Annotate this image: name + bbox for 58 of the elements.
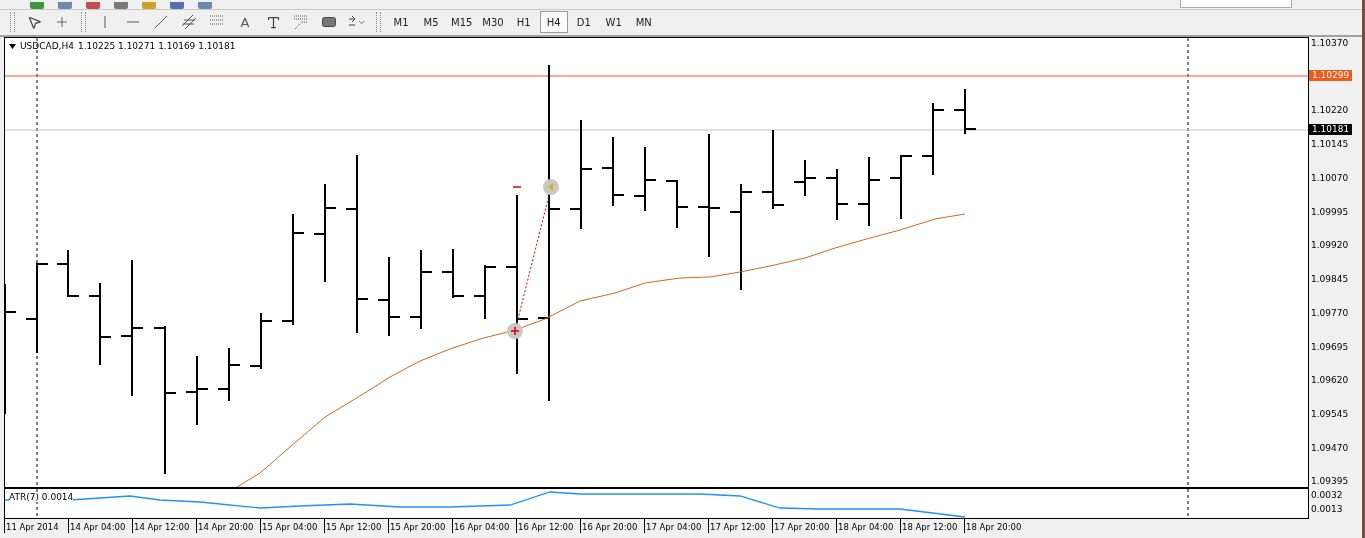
time-axis-label: 15 Apr 04:00 [260,519,324,534]
toolbar-icon[interactable] [142,1,156,9]
indicator-tick-label: 0.0013 [1311,504,1343,516]
price-tick-label: 1.09920 [1311,240,1349,252]
price-marker-label: 1.10181 [1309,124,1353,136]
time-axis-label: 16 Apr 12:00 [516,519,580,534]
price-tick-label: 1.09470 [1311,443,1349,455]
price-tick-label: 1.09620 [1311,375,1349,387]
symbol-label: USDCAD,H4 [20,41,74,52]
timeframe-button[interactable]: M1 [387,11,415,34]
time-axis-label: 17 Apr 12:00 [708,519,772,534]
dropdown-icon[interactable] [9,43,16,49]
search-field[interactable] [1180,0,1292,8]
time-axis-label: 18 Apr 12:00 [900,519,964,534]
text-tool-button[interactable]: A [232,11,258,34]
toolbar-icon[interactable] [86,1,100,9]
quote-values: 1.10225 1.10271 1.10169 1.10181 [77,41,236,52]
time-axis-label: 14 Apr 04:00 [68,519,132,534]
price-tick-label: 1.09395 [1311,476,1349,488]
toolbar-icon[interactable] [170,1,184,9]
timeframe-button[interactable]: D1 [569,11,598,34]
price-tick-label: 1.10220 [1311,105,1349,117]
timeframe-button[interactable]: MN [629,11,658,34]
time-axis-label: 17 Apr 04:00 [644,519,708,534]
time-axis-label: 15 Apr 12:00 [324,519,388,534]
toolbar-icon[interactable] [30,1,44,9]
indicator-label: ATR(7) 0.0014 [9,492,74,503]
timeframe-button[interactable]: H4 [539,11,568,34]
price-tick-label: 1.10370 [1311,38,1349,50]
price-tick-label: 1.09545 [1311,409,1349,421]
price-tick-label: 1.09695 [1311,342,1349,354]
time-axis-label: 14 Apr 12:00 [132,519,196,534]
timeframe-button[interactable]: M5 [417,11,445,34]
time-axis-label: 16 Apr 04:00 [452,519,516,534]
time-axis-label: 16 Apr 20:00 [580,519,644,534]
time-axis-label: 17 Apr 20:00 [772,519,836,534]
timeframe-button[interactable]: W1 [599,11,628,34]
toolbar-icon[interactable] [198,1,212,9]
stop-marker-line [512,186,522,188]
time-axis-label: 18 Apr 04:00 [836,519,900,534]
indicator-tick-label: 0.0032 [1311,490,1343,502]
price-marker-label: 1.10299 [1309,70,1353,82]
trade-exit-icon [543,179,559,196]
price-tick-label: 1.10070 [1311,173,1349,185]
trade-entry-icon [507,323,523,340]
time-axis-label: 18 Apr 20:00 [964,519,1028,534]
toolbar-icon[interactable] [58,1,72,9]
timeframe-button[interactable]: M15 [447,11,477,34]
price-tick-label: 1.09995 [1311,207,1349,219]
timeframe-button[interactable]: M30 [478,11,508,34]
price-tick-label: 1.09845 [1311,274,1349,286]
time-axis-label: 15 Apr 20:00 [388,519,452,534]
price-tick-label: 1.10145 [1311,139,1349,151]
price-tick-label: 1.09770 [1311,308,1349,320]
timeframe-button[interactable]: H1 [509,11,538,34]
toolbar-icon[interactable] [114,1,128,9]
time-axis-label: 11 Apr 2014 [4,519,68,534]
time-axis-label: 14 Apr 20:00 [196,519,260,534]
